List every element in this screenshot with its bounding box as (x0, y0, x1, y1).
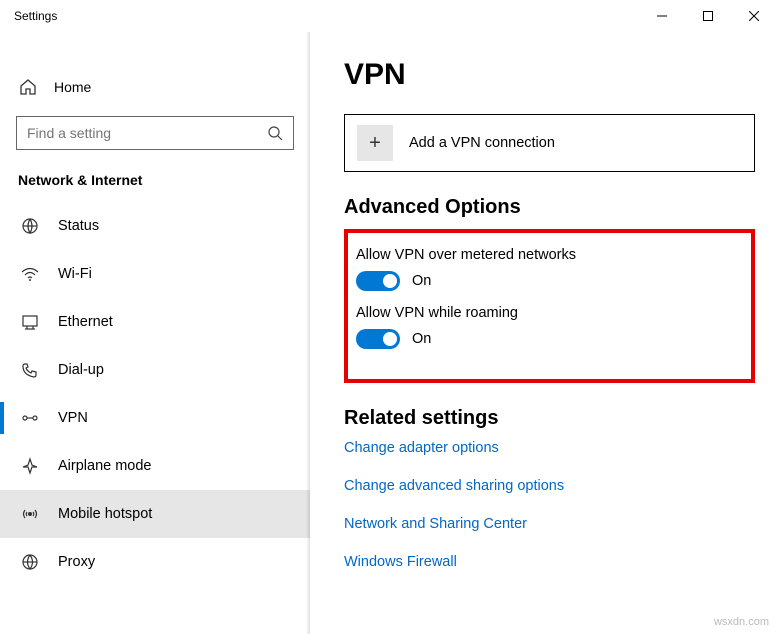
toggle-metered-state: On (412, 273, 431, 289)
toggle-roaming-state: On (412, 331, 431, 347)
add-vpn-button[interactable]: + Add a VPN connection (344, 114, 755, 172)
sidebar-item-ethernet[interactable]: Ethernet (0, 298, 310, 346)
advanced-options-header: Advanced Options (344, 196, 755, 219)
sidebar-item-proxy[interactable]: Proxy (0, 538, 310, 586)
vpn-icon (20, 408, 40, 428)
sidebar-item-wifi[interactable]: Wi-Fi (0, 250, 310, 298)
maximize-button[interactable] (685, 0, 731, 32)
option-metered-label: Allow VPN over metered networks (356, 247, 743, 263)
page-title: VPN (344, 58, 755, 92)
airplane-icon (20, 456, 40, 476)
toggle-roaming[interactable] (356, 329, 400, 349)
sidebar-item-label: Status (58, 218, 99, 234)
search-icon (267, 125, 283, 141)
sidebar-item-label: Airplane mode (58, 458, 152, 474)
home-label: Home (54, 79, 91, 95)
option-roaming-label: Allow VPN while roaming (356, 305, 743, 321)
plus-icon: + (357, 125, 393, 161)
search-field[interactable] (27, 125, 267, 141)
proxy-icon (20, 552, 40, 572)
wifi-icon (20, 264, 40, 284)
link-sharing-options[interactable]: Change advanced sharing options (344, 478, 755, 494)
toggle-metered[interactable] (356, 271, 400, 291)
nav-group-header: Network & Internet (18, 172, 310, 188)
sidebar: Home Network & Internet Status Wi-Fi (0, 32, 310, 634)
sidebar-item-label: Proxy (58, 554, 95, 570)
link-network-center[interactable]: Network and Sharing Center (344, 516, 755, 532)
sidebar-item-label: Mobile hotspot (58, 506, 152, 522)
sidebar-item-label: Dial-up (58, 362, 104, 378)
option-metered: Allow VPN over metered networks On (356, 247, 743, 291)
sidebar-item-label: Wi-Fi (58, 266, 92, 282)
add-vpn-label: Add a VPN connection (409, 135, 555, 151)
sidebar-item-label: Ethernet (58, 314, 113, 330)
sidebar-item-vpn[interactable]: VPN (0, 394, 310, 442)
main-content: VPN + Add a VPN connection Advanced Opti… (310, 32, 777, 634)
close-button[interactable] (731, 0, 777, 32)
sidebar-item-dialup[interactable]: Dial-up (0, 346, 310, 394)
sidebar-item-label: VPN (58, 410, 88, 426)
sidebar-item-status[interactable]: Status (0, 202, 310, 250)
link-adapter-options[interactable]: Change adapter options (344, 440, 755, 456)
option-roaming: Allow VPN while roaming On (356, 305, 743, 349)
titlebar: Settings (0, 0, 777, 32)
window-title: Settings (14, 9, 639, 23)
related-settings-header: Related settings (344, 407, 755, 430)
hotspot-icon (20, 504, 40, 524)
ethernet-icon (20, 312, 40, 332)
minimize-button[interactable] (639, 0, 685, 32)
home-icon (18, 77, 38, 97)
search-input[interactable] (16, 116, 294, 150)
sidebar-item-airplane[interactable]: Airplane mode (0, 442, 310, 490)
window-controls (639, 0, 777, 32)
sidebar-item-hotspot[interactable]: Mobile hotspot (0, 490, 310, 538)
home-nav[interactable]: Home (0, 66, 310, 108)
link-windows-firewall[interactable]: Windows Firewall (344, 554, 755, 570)
watermark: wsxdn.com (714, 616, 769, 628)
dialup-icon (20, 360, 40, 380)
highlighted-region: Allow VPN over metered networks On Allow… (344, 229, 755, 383)
status-icon (20, 216, 40, 236)
